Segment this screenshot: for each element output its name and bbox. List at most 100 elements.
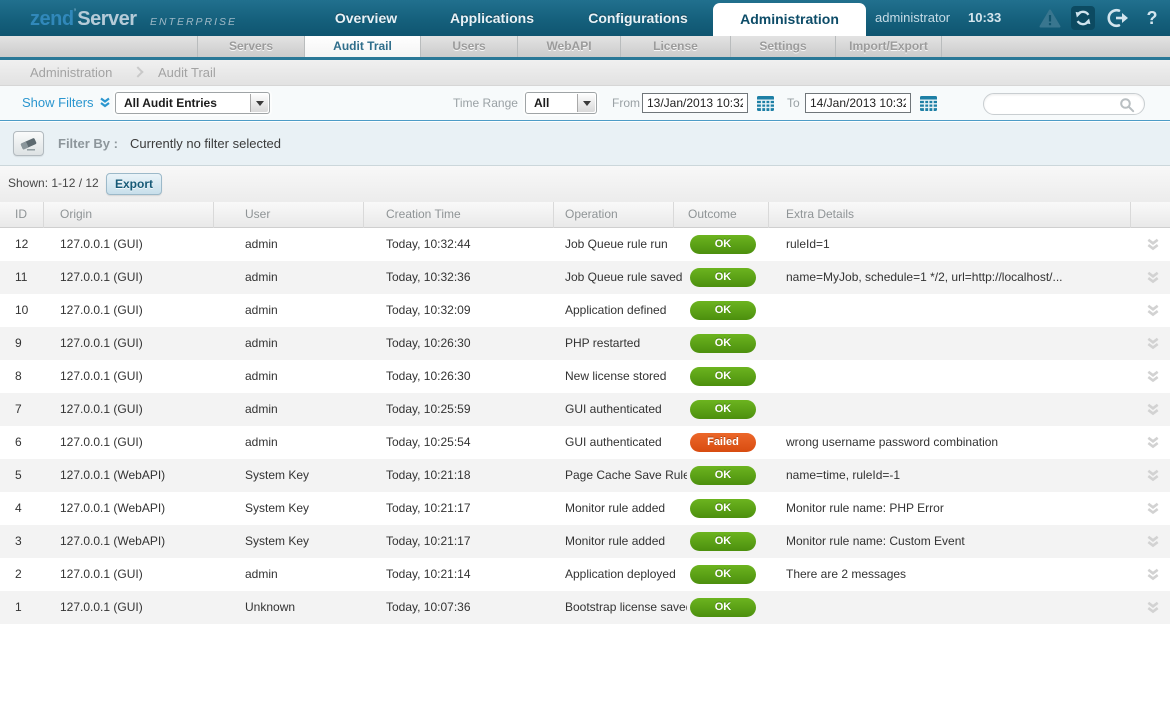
cell-creation-time: Today, 10:32:44	[386, 228, 546, 261]
search-icon[interactable]	[1119, 97, 1135, 113]
table-row[interactable]: 11 127.0.0.1 (GUI) admin Today, 10:32:36…	[0, 261, 1170, 294]
help-icon[interactable]: ?	[1140, 6, 1164, 30]
cell-extra-details: name=MyJob, schedule=1 */2, url=http://l…	[786, 261, 1126, 294]
tab-license[interactable]: License	[620, 36, 730, 57]
tab-servers[interactable]: Servers	[197, 36, 304, 57]
expand-row-icon[interactable]	[1146, 337, 1162, 351]
show-filters-label: Show Filters	[22, 95, 94, 110]
nav-overview[interactable]: Overview	[322, 0, 410, 36]
cell-operation: PHP restarted	[565, 327, 687, 360]
table-row[interactable]: 1 127.0.0.1 (GUI) Unknown Today, 10:07:3…	[0, 591, 1170, 624]
cell-origin: 127.0.0.1 (GUI)	[60, 591, 210, 624]
tab-webapi[interactable]: WebAPI	[517, 36, 620, 57]
expand-row-icon[interactable]	[1146, 403, 1162, 417]
to-date-input[interactable]	[805, 93, 911, 113]
cell-user: System Key	[245, 459, 360, 492]
table-row[interactable]: 5 127.0.0.1 (WebAPI) System Key Today, 1…	[0, 459, 1170, 492]
col-header-extra-details[interactable]: Extra Details	[786, 202, 854, 227]
refresh-icon[interactable]	[1071, 6, 1095, 30]
calendar-icon[interactable]	[920, 96, 937, 116]
cell-id: 2	[15, 558, 47, 591]
cell-user: admin	[245, 558, 360, 591]
cell-operation: Monitor rule added	[565, 492, 687, 525]
column-separator	[553, 202, 554, 228]
cell-origin: 127.0.0.1 (GUI)	[60, 228, 210, 261]
cell-operation: Monitor rule added	[565, 525, 687, 558]
col-header-id[interactable]: ID	[15, 202, 27, 227]
cell-creation-time: Today, 10:26:30	[386, 327, 546, 360]
tab-settings[interactable]: Settings	[730, 36, 835, 57]
expand-row-icon[interactable]	[1146, 304, 1162, 318]
tab-users[interactable]: Users	[420, 36, 517, 57]
zend-server-audit-trail-page: zend’Server ENTERPRISE Overview Applicat…	[0, 0, 1170, 704]
nav-applications[interactable]: Applications	[443, 0, 541, 36]
logo-server: Server	[77, 8, 136, 30]
list-meta-bar: Shown: 1-12 / 12 Export	[0, 166, 1170, 202]
table-row[interactable]: 4 127.0.0.1 (WebAPI) System Key Today, 1…	[0, 492, 1170, 525]
time-range-select[interactable]: All	[525, 92, 597, 114]
cell-id: 8	[15, 360, 47, 393]
cell-user: admin	[245, 393, 360, 426]
tab-import-export[interactable]: Import/Export	[835, 36, 942, 57]
cell-user: Unknown	[245, 591, 360, 624]
col-header-origin[interactable]: Origin	[60, 202, 92, 227]
logo-edition: ENTERPRISE	[150, 16, 237, 28]
table-row[interactable]: 8 127.0.0.1 (GUI) admin Today, 10:26:30 …	[0, 360, 1170, 393]
outcome-badge: OK	[690, 334, 756, 353]
table-row[interactable]: 12 127.0.0.1 (GUI) admin Today, 10:32:44…	[0, 228, 1170, 261]
table-row[interactable]: 9 127.0.0.1 (GUI) admin Today, 10:26:30 …	[0, 327, 1170, 360]
col-header-outcome[interactable]: Outcome	[688, 202, 737, 227]
logo-tick: ’	[74, 6, 77, 20]
col-header-creation-time[interactable]: Creation Time	[386, 202, 461, 227]
col-header-operation[interactable]: Operation	[565, 202, 618, 227]
table-row[interactable]: 2 127.0.0.1 (GUI) admin Today, 10:21:14 …	[0, 558, 1170, 591]
calendar-icon[interactable]	[757, 96, 774, 116]
table-row[interactable]: 6 127.0.0.1 (GUI) admin Today, 10:25:54 …	[0, 426, 1170, 459]
expand-row-icon[interactable]	[1146, 601, 1162, 615]
clear-filter-button[interactable]	[13, 131, 44, 156]
expand-row-icon[interactable]	[1146, 436, 1162, 450]
expand-row-icon[interactable]	[1146, 271, 1162, 285]
expand-row-icon[interactable]	[1146, 535, 1162, 549]
cell-user: admin	[245, 327, 360, 360]
sub-nav-tabs: Servers Audit Trail Users WebAPI License…	[197, 36, 942, 57]
expand-row-icon[interactable]	[1146, 238, 1162, 252]
nav-configurations[interactable]: Configurations	[583, 0, 693, 36]
expand-row-icon[interactable]	[1146, 568, 1162, 582]
time-range-label: Time Range	[453, 86, 518, 120]
double-chevron-down-icon	[99, 97, 111, 108]
audit-entries-select-value: All Audit Entries	[116, 93, 269, 113]
cell-user: admin	[245, 261, 360, 294]
from-date-input[interactable]	[642, 93, 748, 113]
expand-row-icon[interactable]	[1146, 502, 1162, 516]
to-label: To	[787, 86, 800, 120]
cell-creation-time: Today, 10:32:09	[386, 294, 546, 327]
export-button[interactable]: Export	[106, 173, 162, 195]
table-row[interactable]: 10 127.0.0.1 (GUI) admin Today, 10:32:09…	[0, 294, 1170, 327]
nav-administration[interactable]: Administration	[713, 3, 866, 36]
expand-row-icon[interactable]	[1146, 370, 1162, 384]
expand-row-icon[interactable]	[1146, 469, 1162, 483]
outcome-badge: OK	[690, 367, 756, 386]
col-header-user[interactable]: User	[245, 202, 270, 227]
cell-extra-details: name=time, ruleId=-1	[786, 459, 1126, 492]
table-row[interactable]: 3 127.0.0.1 (WebAPI) System Key Today, 1…	[0, 525, 1170, 558]
breadcrumb-parent[interactable]: Administration	[30, 60, 112, 85]
cell-creation-time: Today, 10:07:36	[386, 591, 546, 624]
show-filters-link[interactable]: Show Filters	[22, 86, 111, 120]
cell-extra-details: Monitor rule name: Custom Event	[786, 525, 1126, 558]
warning-icon[interactable]	[1038, 6, 1062, 30]
cell-id: 11	[15, 261, 47, 294]
outcome-badge: Failed	[690, 433, 756, 452]
outcome-badge: OK	[690, 565, 756, 584]
cell-id: 6	[15, 426, 47, 459]
cell-extra-details: There are 2 messages	[786, 558, 1126, 591]
outcome-badge: OK	[690, 466, 756, 485]
audit-entries-select[interactable]: All Audit Entries	[115, 92, 270, 114]
top-bar: zend’Server ENTERPRISE Overview Applicat…	[0, 0, 1170, 36]
logout-icon[interactable]	[1106, 6, 1130, 30]
cell-id: 10	[15, 294, 47, 327]
table-row[interactable]: 7 127.0.0.1 (GUI) admin Today, 10:25:59 …	[0, 393, 1170, 426]
search-input[interactable]	[996, 96, 1116, 112]
tab-audit-trail[interactable]: Audit Trail	[304, 36, 420, 57]
